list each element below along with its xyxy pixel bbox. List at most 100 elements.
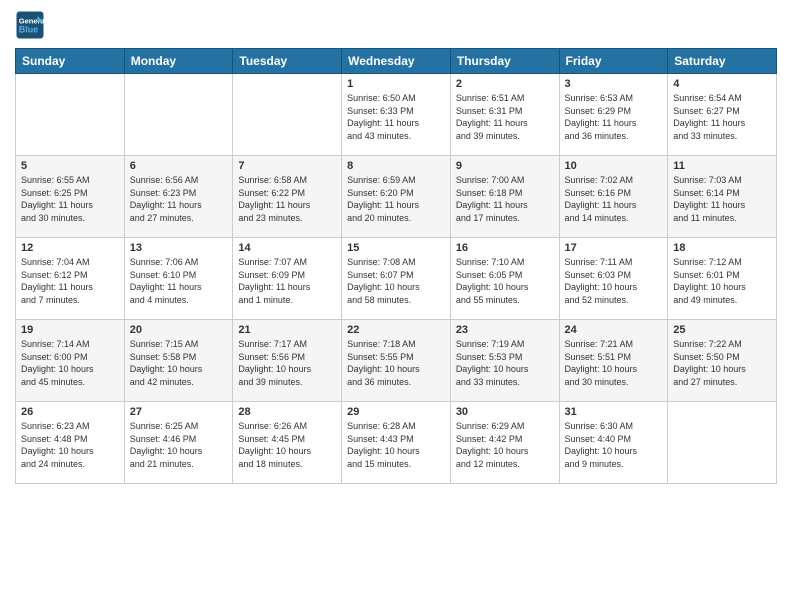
weekday-header-saturday: Saturday bbox=[668, 49, 777, 74]
day-info: Sunrise: 6:55 AM Sunset: 6:25 PM Dayligh… bbox=[21, 174, 119, 224]
day-number: 30 bbox=[456, 406, 554, 418]
day-info: Sunrise: 7:19 AM Sunset: 5:53 PM Dayligh… bbox=[456, 338, 554, 388]
calendar-cell: 7 Sunrise: 6:58 AM Sunset: 6:22 PM Daylig… bbox=[233, 156, 342, 238]
day-info: Sunrise: 6:54 AM Sunset: 6:27 PM Dayligh… bbox=[673, 92, 771, 142]
day-info: Sunrise: 6:26 AM Sunset: 4:45 PM Dayligh… bbox=[238, 420, 336, 470]
day-number: 4 bbox=[673, 78, 771, 90]
day-number: 23 bbox=[456, 324, 554, 336]
weekday-header-wednesday: Wednesday bbox=[342, 49, 451, 74]
day-info: Sunrise: 7:15 AM Sunset: 5:58 PM Dayligh… bbox=[130, 338, 228, 388]
calendar-cell: 31 Sunrise: 6:30 AM Sunset: 4:40 PM Dayli… bbox=[559, 402, 668, 484]
day-number: 18 bbox=[673, 242, 771, 254]
day-info: Sunrise: 7:07 AM Sunset: 6:09 PM Dayligh… bbox=[238, 256, 336, 306]
logo: General Blue bbox=[15, 10, 49, 40]
day-number: 8 bbox=[347, 160, 445, 172]
calendar-cell: 11Sunrise: 7:03 AM Sunset: 6:14 PM Dayli… bbox=[668, 156, 777, 238]
calendar-cell: 22 Sunrise: 7:18 AM Sunset: 5:55 PM Dayli… bbox=[342, 320, 451, 402]
logo-icon: General Blue bbox=[15, 10, 45, 40]
day-info: Sunrise: 6:50 AM Sunset: 6:33 PM Dayligh… bbox=[347, 92, 445, 142]
calendar-cell: 21 Sunrise: 7:17 AM Sunset: 5:56 PM Dayli… bbox=[233, 320, 342, 402]
calendar-cell: 15 Sunrise: 7:08 AM Sunset: 6:07 PM Dayli… bbox=[342, 238, 451, 320]
day-info: Sunrise: 6:30 AM Sunset: 4:40 PM Dayligh… bbox=[565, 420, 663, 470]
svg-text:Blue: Blue bbox=[19, 25, 39, 35]
day-info: Sunrise: 7:22 AM Sunset: 5:50 PM Dayligh… bbox=[673, 338, 771, 388]
day-number: 26 bbox=[21, 406, 119, 418]
calendar-cell: 5 Sunrise: 6:55 AM Sunset: 6:25 PM Daylig… bbox=[16, 156, 125, 238]
day-number: 15 bbox=[347, 242, 445, 254]
calendar-cell: 4 Sunrise: 6:54 AM Sunset: 6:27 PM Daylig… bbox=[668, 74, 777, 156]
day-number: 12 bbox=[21, 242, 119, 254]
calendar-cell bbox=[124, 74, 233, 156]
weekday-header-monday: Monday bbox=[124, 49, 233, 74]
day-info: Sunrise: 6:56 AM Sunset: 6:23 PM Dayligh… bbox=[130, 174, 228, 224]
day-info: Sunrise: 6:25 AM Sunset: 4:46 PM Dayligh… bbox=[130, 420, 228, 470]
calendar-cell bbox=[668, 402, 777, 484]
calendar-cell: 18 Sunrise: 7:12 AM Sunset: 6:01 PM Dayli… bbox=[668, 238, 777, 320]
day-info: Sunrise: 6:53 AM Sunset: 6:29 PM Dayligh… bbox=[565, 92, 663, 142]
calendar-cell: 25 Sunrise: 7:22 AM Sunset: 5:50 PM Dayli… bbox=[668, 320, 777, 402]
calendar-cell: 8 Sunrise: 6:59 AM Sunset: 6:20 PM Daylig… bbox=[342, 156, 451, 238]
calendar-cell: 6 Sunrise: 6:56 AM Sunset: 6:23 PM Daylig… bbox=[124, 156, 233, 238]
day-info: Sunrise: 6:59 AM Sunset: 6:20 PM Dayligh… bbox=[347, 174, 445, 224]
calendar-cell: 17 Sunrise: 7:11 AM Sunset: 6:03 PM Dayli… bbox=[559, 238, 668, 320]
day-number: 9 bbox=[456, 160, 554, 172]
day-number: 24 bbox=[565, 324, 663, 336]
day-info: Sunrise: 7:12 AM Sunset: 6:01 PM Dayligh… bbox=[673, 256, 771, 306]
day-info: Sunrise: 7:00 AM Sunset: 6:18 PM Dayligh… bbox=[456, 174, 554, 224]
day-info: Sunrise: 7:08 AM Sunset: 6:07 PM Dayligh… bbox=[347, 256, 445, 306]
weekday-header-tuesday: Tuesday bbox=[233, 49, 342, 74]
calendar-week-2: 12Sunrise: 7:04 AM Sunset: 6:12 PM Dayli… bbox=[16, 238, 777, 320]
day-number: 16 bbox=[456, 242, 554, 254]
day-info: Sunrise: 7:02 AM Sunset: 6:16 PM Dayligh… bbox=[565, 174, 663, 224]
day-info: Sunrise: 7:18 AM Sunset: 5:55 PM Dayligh… bbox=[347, 338, 445, 388]
day-info: Sunrise: 7:06 AM Sunset: 6:10 PM Dayligh… bbox=[130, 256, 228, 306]
day-number: 14 bbox=[238, 242, 336, 254]
day-number: 11 bbox=[673, 160, 771, 172]
day-number: 10 bbox=[565, 160, 663, 172]
calendar-cell: 9 Sunrise: 7:00 AM Sunset: 6:18 PM Daylig… bbox=[450, 156, 559, 238]
day-info: Sunrise: 7:11 AM Sunset: 6:03 PM Dayligh… bbox=[565, 256, 663, 306]
calendar-week-4: 26 Sunrise: 6:23 AM Sunset: 4:48 PM Dayli… bbox=[16, 402, 777, 484]
page: General Blue SundayMondayTuesdayWednesda… bbox=[0, 0, 792, 612]
day-number: 7 bbox=[238, 160, 336, 172]
day-number: 19 bbox=[21, 324, 119, 336]
weekday-header-row: SundayMondayTuesdayWednesdayThursdayFrid… bbox=[16, 49, 777, 74]
calendar-cell: 14 Sunrise: 7:07 AM Sunset: 6:09 PM Dayli… bbox=[233, 238, 342, 320]
day-info: Sunrise: 7:17 AM Sunset: 5:56 PM Dayligh… bbox=[238, 338, 336, 388]
calendar-cell: 29 Sunrise: 6:28 AM Sunset: 4:43 PM Dayli… bbox=[342, 402, 451, 484]
day-number: 17 bbox=[565, 242, 663, 254]
day-number: 29 bbox=[347, 406, 445, 418]
header: General Blue bbox=[15, 10, 777, 40]
day-info: Sunrise: 7:14 AM Sunset: 6:00 PM Dayligh… bbox=[21, 338, 119, 388]
calendar-cell: 24 Sunrise: 7:21 AM Sunset: 5:51 PM Dayli… bbox=[559, 320, 668, 402]
calendar-cell: 16Sunrise: 7:10 AM Sunset: 6:05 PM Dayli… bbox=[450, 238, 559, 320]
calendar-week-1: 5 Sunrise: 6:55 AM Sunset: 6:25 PM Daylig… bbox=[16, 156, 777, 238]
calendar-cell bbox=[233, 74, 342, 156]
calendar-cell: 19 Sunrise: 7:14 AM Sunset: 6:00 PM Dayli… bbox=[16, 320, 125, 402]
day-number: 5 bbox=[21, 160, 119, 172]
calendar-table: SundayMondayTuesdayWednesdayThursdayFrid… bbox=[15, 48, 777, 484]
day-number: 1 bbox=[347, 78, 445, 90]
day-info: Sunrise: 7:21 AM Sunset: 5:51 PM Dayligh… bbox=[565, 338, 663, 388]
day-info: Sunrise: 6:23 AM Sunset: 4:48 PM Dayligh… bbox=[21, 420, 119, 470]
weekday-header-thursday: Thursday bbox=[450, 49, 559, 74]
day-number: 21 bbox=[238, 324, 336, 336]
day-number: 28 bbox=[238, 406, 336, 418]
day-number: 22 bbox=[347, 324, 445, 336]
calendar-cell: 20 Sunrise: 7:15 AM Sunset: 5:58 PM Dayli… bbox=[124, 320, 233, 402]
day-number: 6 bbox=[130, 160, 228, 172]
calendar-cell: 26 Sunrise: 6:23 AM Sunset: 4:48 PM Dayli… bbox=[16, 402, 125, 484]
day-number: 3 bbox=[565, 78, 663, 90]
calendar-cell: 30Sunrise: 6:29 AM Sunset: 4:42 PM Dayli… bbox=[450, 402, 559, 484]
day-number: 20 bbox=[130, 324, 228, 336]
day-info: Sunrise: 6:58 AM Sunset: 6:22 PM Dayligh… bbox=[238, 174, 336, 224]
day-number: 13 bbox=[130, 242, 228, 254]
day-number: 25 bbox=[673, 324, 771, 336]
calendar-cell: 13 Sunrise: 7:06 AM Sunset: 6:10 PM Dayli… bbox=[124, 238, 233, 320]
day-number: 31 bbox=[565, 406, 663, 418]
day-info: Sunrise: 6:28 AM Sunset: 4:43 PM Dayligh… bbox=[347, 420, 445, 470]
weekday-header-friday: Friday bbox=[559, 49, 668, 74]
day-number: 2 bbox=[456, 78, 554, 90]
calendar-cell: 28 Sunrise: 6:26 AM Sunset: 4:45 PM Dayli… bbox=[233, 402, 342, 484]
calendar-week-3: 19 Sunrise: 7:14 AM Sunset: 6:00 PM Dayli… bbox=[16, 320, 777, 402]
